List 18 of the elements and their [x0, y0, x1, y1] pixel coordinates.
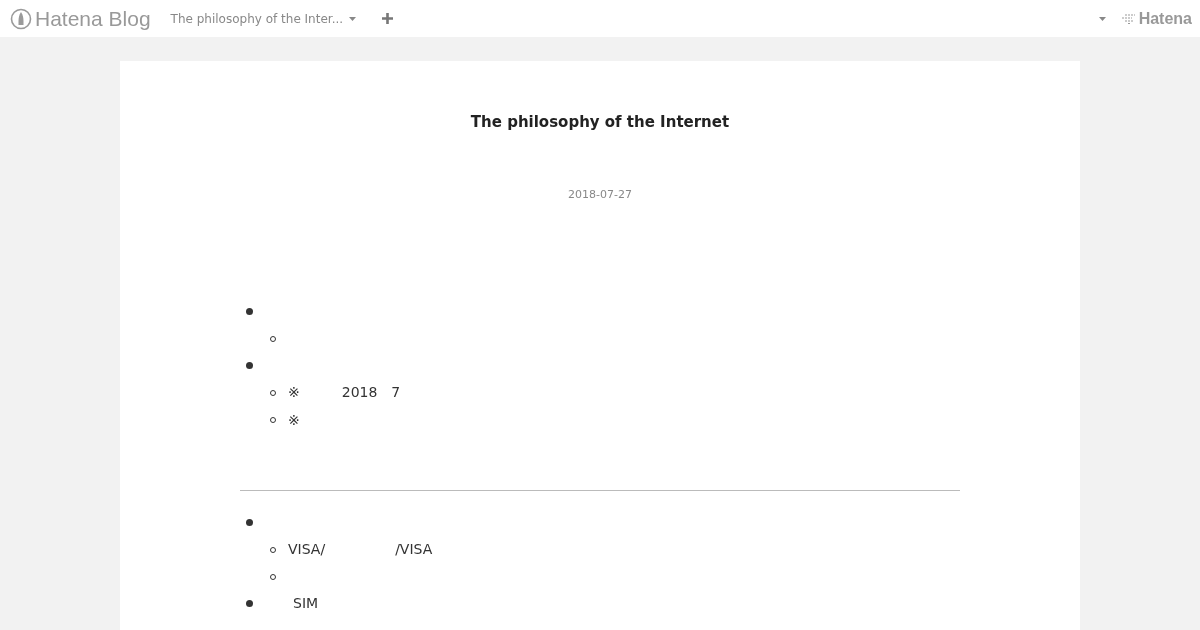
bullet-icon	[246, 600, 253, 607]
plus-icon[interactable]	[382, 13, 394, 24]
hatena-mark-icon	[1121, 13, 1136, 24]
logo-icon[interactable]	[10, 7, 32, 30]
bullet-icon	[246, 519, 253, 526]
article-title: The philosophy of the Internet	[469, 113, 731, 131]
list-item-text: SIM	[292, 594, 319, 613]
caret-icon[interactable]	[1098, 16, 1106, 21]
blog-title-dropdown[interactable]: The philosophy of the Inter...	[170, 11, 344, 26]
article-date: 2018-07-27	[567, 188, 633, 201]
brand-name[interactable]: Hatena	[1138, 9, 1192, 28]
list-item-text: ※ 2018 7	[288, 383, 401, 402]
list-item-text: VISA/ /VISA	[288, 540, 433, 559]
bullet-icon	[246, 308, 253, 315]
logo[interactable]: Hatena Blog	[35, 6, 151, 31]
caret-icon	[349, 16, 357, 21]
list-item-text: ※	[288, 411, 300, 428]
bullet-icon	[246, 362, 253, 369]
